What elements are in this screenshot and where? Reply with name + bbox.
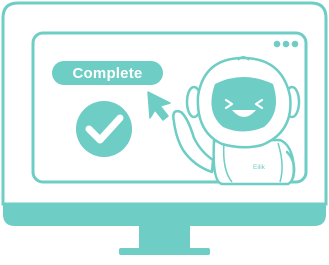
window-dots [273,40,299,48]
window-dot [291,40,299,48]
check-circle-icon [76,101,132,157]
robot-name: Eilik [253,164,265,171]
complete-label: Complete [72,64,143,82]
window-dot [282,40,290,48]
monitor-illustration: Complete Eilik [0,0,329,260]
window-dot [273,40,281,48]
